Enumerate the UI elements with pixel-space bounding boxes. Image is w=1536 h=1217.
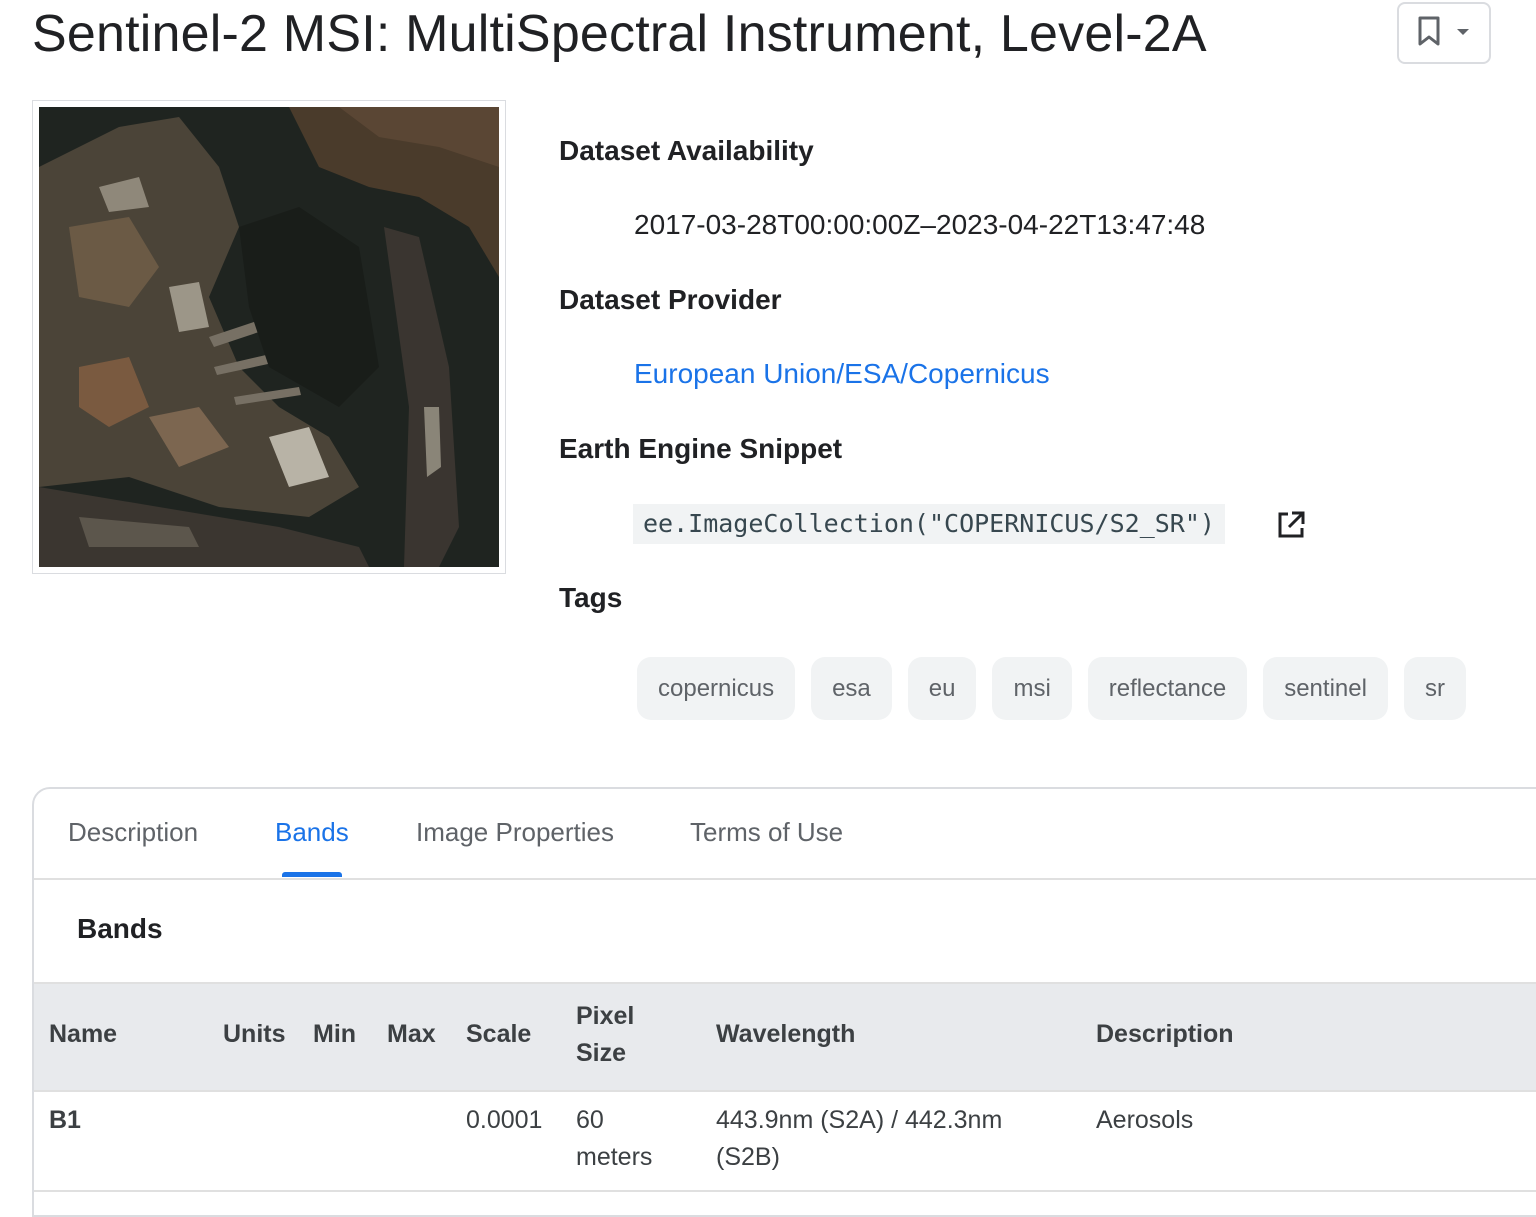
active-tab-indicator [282, 872, 342, 877]
column-header-units: Units [223, 1020, 286, 1048]
tab-bar: Description Bands Image Properties Terms… [34, 789, 1536, 880]
band-wavelength-line1: 443.9nm (S2A) / 442.3nm [716, 1106, 1003, 1134]
band-scale: 0.0001 [466, 1106, 543, 1134]
band-description: Aerosols [1096, 1106, 1194, 1134]
dataset-thumbnail [39, 107, 499, 567]
tag-list: copernicus esa eu msi reflectance sentin… [637, 657, 1466, 720]
column-header-pixel-size-line1: Pixel [576, 1002, 635, 1030]
availability-label: Dataset Availability [559, 135, 814, 166]
row-divider [34, 1190, 1536, 1192]
band-pixel-size-line1: 60 [576, 1106, 604, 1134]
column-header-description: Description [1096, 1020, 1234, 1048]
tab-description[interactable]: Description [68, 817, 198, 848]
band-name: B1 [49, 1106, 81, 1134]
dataset-details-card: Description Bands Image Properties Terms… [32, 787, 1536, 1217]
band-pixel-size-line2: meters [576, 1143, 653, 1171]
tag-chip[interactable]: reflectance [1087, 657, 1248, 720]
tag-chip[interactable]: eu [907, 657, 977, 720]
dataset-thumbnail-frame [32, 100, 506, 574]
earth-engine-snippet[interactable]: ee.ImageCollection("COPERNICUS/S2_SR") [633, 504, 1225, 544]
bookmark-button[interactable] [1397, 2, 1491, 64]
tag-chip[interactable]: esa [811, 657, 892, 720]
open-in-new-icon[interactable] [1276, 510, 1306, 540]
tag-chip[interactable]: sentinel [1263, 657, 1388, 720]
column-header-scale: Scale [466, 1020, 532, 1048]
bands-heading: Bands [77, 913, 163, 944]
tag-chip[interactable]: sr [1403, 657, 1466, 720]
column-header-wavelength: Wavelength [716, 1020, 856, 1048]
tab-image-properties[interactable]: Image Properties [416, 817, 614, 848]
bookmark-icon [1417, 15, 1441, 52]
tag-chip[interactable]: copernicus [637, 657, 796, 720]
band-wavelength-line2: (S2B) [716, 1143, 780, 1171]
tag-chip[interactable]: msi [992, 657, 1072, 720]
chevron-down-icon [1455, 24, 1471, 42]
tab-bands[interactable]: Bands [275, 817, 349, 848]
provider-label: Dataset Provider [559, 284, 782, 315]
column-header-max: Max [387, 1020, 436, 1048]
column-header-name: Name [49, 1020, 118, 1048]
tab-terms-of-use[interactable]: Terms of Use [690, 817, 843, 848]
bands-table-header: Name Units Min Max Scale Pixel Size Wave… [34, 982, 1536, 1092]
page-title: Sentinel-2 MSI: MultiSpectral Instrument… [32, 5, 1207, 63]
snippet-label: Earth Engine Snippet [559, 433, 843, 464]
availability-value: 2017-03-28T00:00:00Z–2023-04-22T13:47:48 [634, 209, 1206, 240]
column-header-pixel-size-line2: Size [576, 1039, 627, 1067]
tags-label: Tags [559, 582, 623, 613]
column-header-min: Min [313, 1020, 357, 1048]
provider-link[interactable]: European Union/ESA/Copernicus [634, 358, 1050, 390]
